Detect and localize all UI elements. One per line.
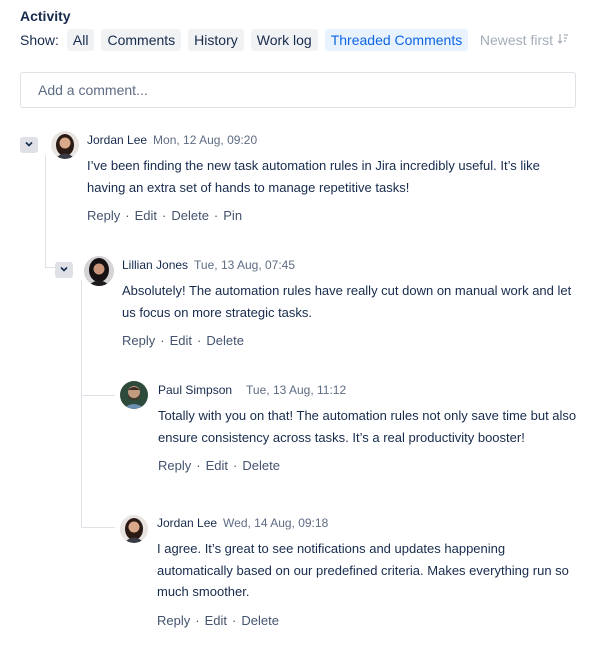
separator-dot: · bbox=[232, 612, 237, 628]
comment-body: I’ve been finding the new task automatio… bbox=[87, 158, 540, 195]
thread-line bbox=[45, 155, 46, 267]
pin-button[interactable]: Pin bbox=[223, 208, 242, 223]
activity-title: Activity bbox=[20, 8, 71, 24]
comment-timestamp: Mon, 12 Aug, 09:20 bbox=[153, 133, 258, 147]
chevron-down-icon bbox=[24, 136, 34, 154]
comment-timestamp: Wed, 14 Aug, 09:18 bbox=[223, 516, 329, 530]
chevron-down-icon bbox=[59, 261, 69, 279]
sort-label: Newest first bbox=[479, 32, 553, 48]
comment-timestamp: Tue, 13 Aug, 07:45 bbox=[194, 258, 296, 272]
sort-button[interactable]: Newest first bbox=[480, 29, 569, 51]
comment: Jordan Lee Mon, 12 Aug, 09:20 I’ve been f… bbox=[87, 133, 582, 224]
separator-dot: · bbox=[196, 458, 201, 473]
filter-bar: Show: All Comments History Work log Thre… bbox=[20, 29, 475, 51]
separator-dot: · bbox=[125, 208, 130, 223]
collapse-thread-button[interactable] bbox=[55, 262, 73, 278]
separator-dot: · bbox=[195, 612, 200, 628]
reply-button[interactable]: Reply bbox=[87, 208, 120, 223]
avatar[interactable] bbox=[120, 515, 148, 543]
comment: Jordan Lee Wed, 14 Aug, 09:18 I agree. It… bbox=[157, 516, 587, 629]
comment: Lillian Jones Tue, 13 Aug, 07:45 Absolute… bbox=[122, 258, 582, 349]
filter-all[interactable]: All bbox=[66, 29, 95, 51]
sort-descending-icon bbox=[557, 32, 569, 48]
filter-work-log[interactable]: Work log bbox=[250, 29, 318, 51]
edit-button[interactable]: Edit bbox=[170, 333, 192, 348]
separator-dot: · bbox=[213, 208, 219, 223]
edit-button[interactable]: Edit bbox=[205, 613, 227, 628]
comment-body: Absolutely! The automation rules have re… bbox=[122, 283, 572, 320]
separator-dot: · bbox=[162, 208, 167, 223]
reply-button[interactable]: Reply bbox=[157, 613, 190, 628]
comment-body: Totally with you on that! The automation… bbox=[158, 408, 577, 445]
add-comment-input[interactable] bbox=[20, 72, 576, 108]
thread-line bbox=[81, 280, 82, 527]
thread-line bbox=[81, 395, 115, 396]
filter-comments[interactable]: Comments bbox=[101, 29, 182, 51]
comment-author[interactable]: Lillian Jones bbox=[122, 258, 188, 272]
comment-author[interactable]: Paul Simpson bbox=[158, 383, 232, 397]
filter-history[interactable]: History bbox=[188, 29, 244, 51]
comment-actions: Reply · Edit · Delete bbox=[158, 458, 588, 474]
reply-button[interactable]: Reply bbox=[122, 333, 155, 348]
comment-body: I agree. It’s great to see notifications… bbox=[157, 541, 569, 599]
avatar[interactable] bbox=[120, 381, 148, 409]
comment-author[interactable]: Jordan Lee bbox=[87, 133, 147, 147]
delete-button[interactable]: Delete bbox=[171, 208, 209, 223]
avatar[interactable] bbox=[51, 131, 79, 159]
avatar[interactable] bbox=[84, 256, 114, 286]
comment-author[interactable]: Jordan Lee bbox=[157, 516, 217, 530]
comment-timestamp: Tue, 13 Aug, 11:12 bbox=[246, 383, 347, 397]
separator-dot: · bbox=[233, 458, 238, 473]
filter-threaded-comments[interactable]: Threaded Comments bbox=[324, 29, 469, 51]
comment-actions: Reply · Edit · Delete bbox=[157, 613, 587, 629]
delete-button[interactable]: Delete bbox=[241, 613, 279, 628]
comment-actions: Reply · Edit · Delete bbox=[122, 333, 582, 349]
comment-actions: Reply · Edit · Delete · Pin bbox=[87, 208, 582, 224]
separator-dot: · bbox=[197, 333, 202, 348]
thread-line bbox=[81, 527, 115, 528]
separator-dot: · bbox=[160, 333, 165, 348]
reply-button[interactable]: Reply bbox=[158, 458, 191, 473]
edit-button[interactable]: Edit bbox=[206, 458, 228, 473]
comment: Paul Simpson Tue, 13 Aug, 11:12 Totally w… bbox=[158, 383, 588, 474]
edit-button[interactable]: Edit bbox=[135, 208, 157, 223]
collapse-thread-button[interactable] bbox=[20, 137, 38, 153]
delete-button[interactable]: Delete bbox=[206, 333, 244, 348]
show-label: Show: bbox=[20, 32, 59, 48]
delete-button[interactable]: Delete bbox=[242, 458, 280, 473]
